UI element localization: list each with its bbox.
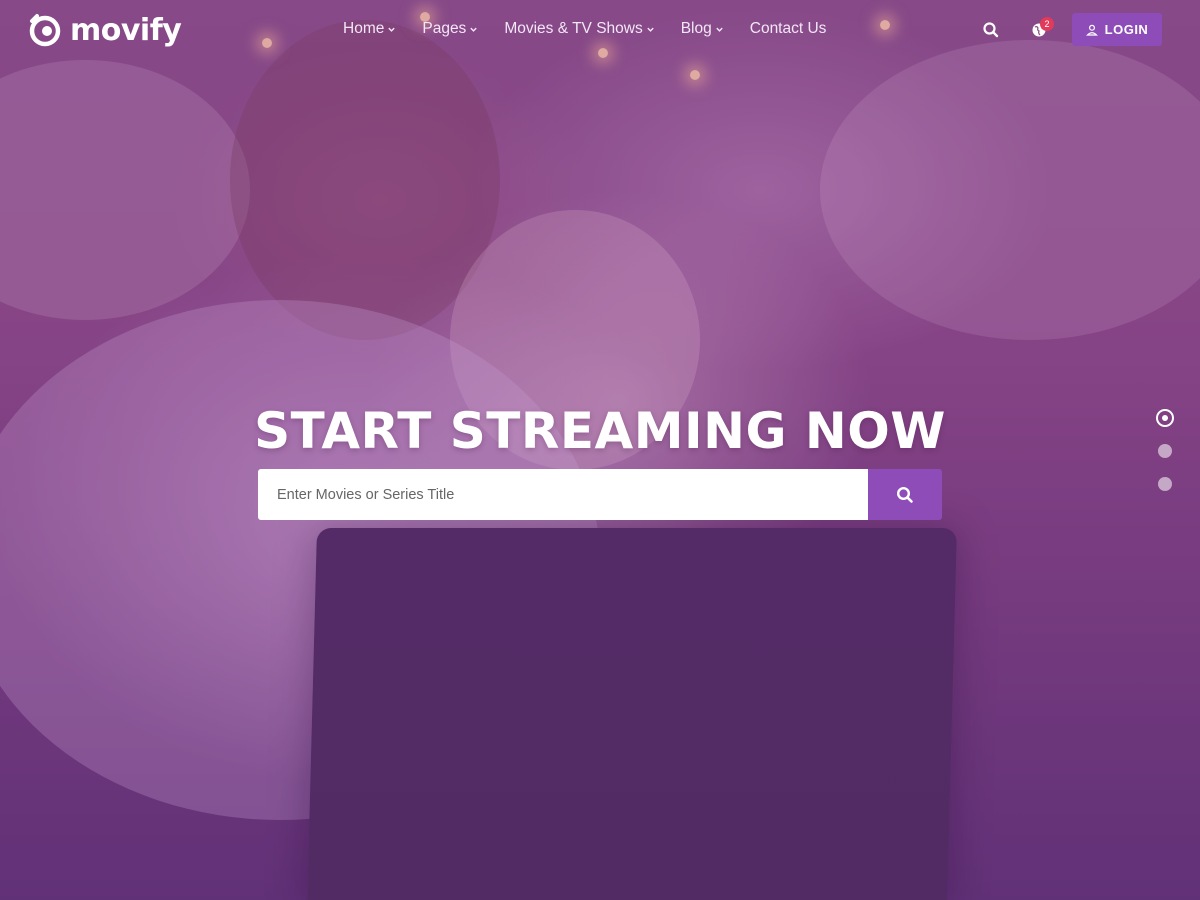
slider-dot-2[interactable] xyxy=(1158,444,1172,458)
hero-title: START STREAMING NOW xyxy=(254,402,946,460)
slider-dots xyxy=(1156,409,1174,510)
nav-item-movies-tv-shows[interactable]: Movies & TV Shows xyxy=(504,20,654,38)
logo-icon xyxy=(29,14,61,47)
search-icon[interactable] xyxy=(981,20,1001,40)
nav-item-label: Blog xyxy=(680,20,712,37)
chevron-down-icon xyxy=(388,27,396,32)
nav-item-label: Movies & TV Shows xyxy=(504,20,643,37)
user-icon xyxy=(1085,24,1098,36)
nav-item-home[interactable]: Home xyxy=(343,20,396,38)
site-header: movify Home Pages Movies & TV Shows Blog… xyxy=(0,0,1200,62)
nav-item-label: Contact Us xyxy=(749,20,827,37)
main-nav: Home Pages Movies & TV Shows Blog Contac… xyxy=(343,20,852,38)
hero-search xyxy=(258,469,942,520)
nav-item-contact-us[interactable]: Contact Us xyxy=(750,20,827,38)
chevron-down-icon xyxy=(470,27,478,32)
notification-badge: 2 xyxy=(1040,17,1054,31)
nav-item-blog[interactable]: Blog xyxy=(681,20,724,38)
slider-dot-1[interactable] xyxy=(1156,409,1174,427)
logo[interactable]: movify xyxy=(28,11,182,49)
login-label: LOGIN xyxy=(1104,22,1149,37)
chevron-down-icon xyxy=(647,27,654,32)
chevron-down-icon xyxy=(716,27,723,32)
logo-text: movify xyxy=(70,12,182,48)
slider-dot-3[interactable] xyxy=(1158,477,1172,491)
search-input[interactable] xyxy=(258,469,868,520)
nav-item-label: Home xyxy=(343,20,385,37)
search-icon xyxy=(896,486,913,503)
login-button[interactable]: LOGIN xyxy=(1072,13,1162,46)
search-button[interactable] xyxy=(868,469,942,520)
nav-item-pages[interactable]: Pages xyxy=(422,20,478,38)
nav-item-label: Pages xyxy=(422,20,467,37)
